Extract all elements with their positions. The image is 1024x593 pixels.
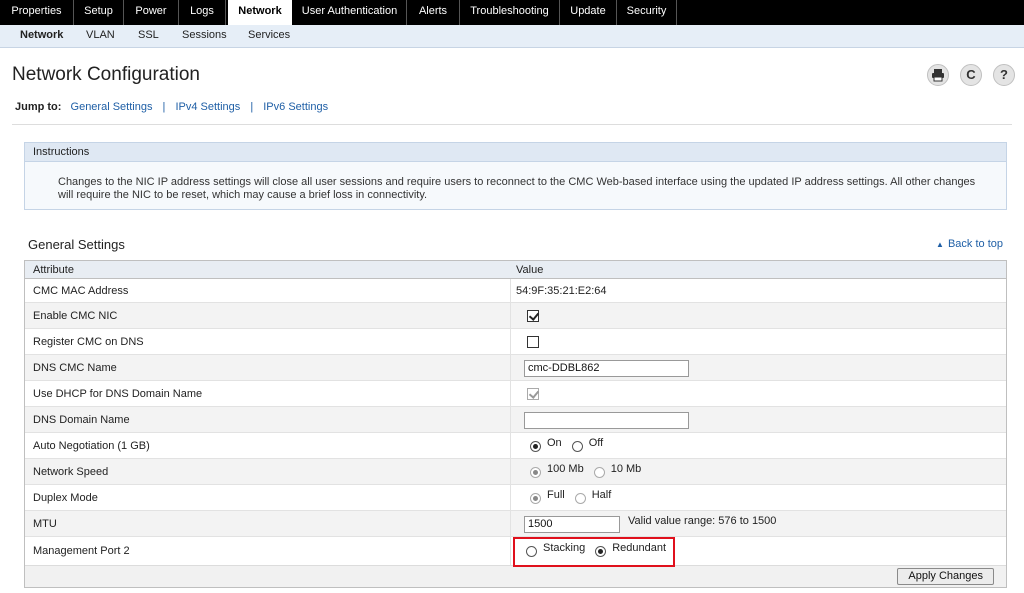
jump-ipv6-settings-link[interactable]: IPv6 Settings bbox=[263, 101, 328, 113]
row-dns-domain-name: DNS Domain Name bbox=[25, 407, 1006, 433]
page-title: Network Configuration bbox=[12, 64, 200, 85]
row-mtu: MTU Valid value range: 576 to 1500 bbox=[25, 511, 1006, 537]
tab-network[interactable]: Network bbox=[228, 0, 292, 25]
subtab-vlan[interactable]: VLAN bbox=[86, 25, 115, 47]
row-duplex-mode: Duplex Mode Full Half bbox=[25, 485, 1006, 511]
tab-security[interactable]: Security bbox=[617, 0, 677, 25]
attr-label: Auto Negotiation (1 GB) bbox=[33, 440, 150, 452]
refresh-icon[interactable]: C bbox=[960, 64, 982, 86]
jump-to-bar: Jump to: General Settings | IPv4 Setting… bbox=[15, 101, 328, 113]
tab-properties[interactable]: Properties bbox=[0, 0, 74, 25]
col-value-header: Value bbox=[516, 264, 544, 276]
apply-changes-button[interactable]: Apply Changes bbox=[897, 568, 994, 585]
use-dhcp-dns-domain-checkbox[interactable] bbox=[527, 388, 539, 400]
col-attribute-header: Attribute bbox=[33, 264, 74, 276]
row-auto-negotiation: Auto Negotiation (1 GB) On Off bbox=[25, 433, 1006, 459]
highlight-box bbox=[513, 537, 675, 567]
radio-label: 10 Mb bbox=[610, 463, 642, 475]
tab-user-authentication[interactable]: User Authentication bbox=[293, 0, 407, 25]
general-settings-table: Attribute Value CMC MAC Address 54:9F:35… bbox=[24, 260, 1007, 588]
instructions-panel: Instructions Changes to the NIC IP addre… bbox=[24, 142, 1007, 210]
up-triangle-icon: ▲ bbox=[936, 240, 944, 249]
row-use-dhcp-dns-domain: Use DHCP for DNS Domain Name bbox=[25, 381, 1006, 407]
row-register-cmc-on-dns: Register CMC on DNS bbox=[25, 329, 1006, 355]
attr-label: Network Speed bbox=[33, 466, 109, 478]
attr-label: DNS CMC Name bbox=[33, 362, 117, 374]
attr-label: Duplex Mode bbox=[33, 492, 98, 504]
help-icon[interactable]: ? bbox=[993, 64, 1015, 86]
row-network-speed: Network Speed 100 Mb 10 Mb bbox=[25, 459, 1006, 485]
radio-label: On bbox=[547, 437, 562, 449]
row-dns-cmc-name: DNS CMC Name bbox=[25, 355, 1006, 381]
sub-nav: Network VLAN SSL Sessions Services bbox=[0, 25, 1024, 48]
tab-setup[interactable]: Setup bbox=[74, 0, 124, 25]
back-to-top-link[interactable]: ▲ Back to top bbox=[936, 238, 1003, 250]
tab-power[interactable]: Power bbox=[124, 0, 179, 25]
section-title-general-settings: General Settings bbox=[28, 237, 125, 252]
row-management-port-2: Management Port 2 Stacking Redundant bbox=[25, 537, 1006, 567]
table-footer: Apply Changes bbox=[25, 565, 1006, 587]
print-icon[interactable] bbox=[927, 64, 949, 86]
tab-logs[interactable]: Logs bbox=[179, 0, 226, 25]
register-cmc-on-dns-checkbox[interactable] bbox=[527, 336, 539, 348]
network-speed-100mb-radio[interactable] bbox=[530, 466, 541, 478]
divider bbox=[12, 124, 1012, 125]
tab-update[interactable]: Update bbox=[560, 0, 617, 25]
jump-separator: | bbox=[162, 101, 166, 113]
row-cmc-mac-address: CMC MAC Address 54:9F:35:21:E2:64 bbox=[25, 279, 1006, 303]
table-header: Attribute Value bbox=[25, 261, 1006, 279]
attr-label: CMC MAC Address bbox=[33, 285, 129, 297]
radio-label: Full bbox=[547, 489, 565, 501]
dns-domain-name-input[interactable] bbox=[524, 411, 689, 429]
enable-cmc-nic-checkbox[interactable] bbox=[527, 310, 539, 322]
auto-negotiation-on-radio[interactable] bbox=[530, 440, 541, 452]
radio-label: Off bbox=[588, 437, 604, 449]
instructions-title: Instructions bbox=[25, 143, 1006, 162]
instructions-text: Changes to the NIC IP address settings w… bbox=[58, 176, 976, 201]
radio-label: 100 Mb bbox=[547, 463, 584, 475]
auto-negotiation-off-radio[interactable] bbox=[571, 440, 583, 452]
attr-label: MTU bbox=[33, 518, 57, 530]
attr-label: DNS Domain Name bbox=[33, 414, 130, 426]
back-to-top-label: Back to top bbox=[947, 238, 1003, 250]
jump-to-label: Jump to: bbox=[15, 101, 62, 113]
dns-cmc-name-input[interactable] bbox=[524, 359, 689, 377]
duplex-half-radio[interactable] bbox=[574, 492, 586, 504]
top-nav: Properties Setup Power Logs Network User… bbox=[0, 0, 1024, 25]
radio-label: Half bbox=[591, 489, 612, 501]
attr-label: Enable CMC NIC bbox=[33, 310, 118, 322]
tab-alerts[interactable]: Alerts bbox=[407, 0, 460, 25]
jump-ipv4-settings-link[interactable]: IPv4 Settings bbox=[175, 101, 240, 113]
attr-label: Use DHCP for DNS Domain Name bbox=[33, 388, 203, 400]
jump-general-settings-link[interactable]: General Settings bbox=[71, 101, 153, 113]
row-enable-cmc-nic: Enable CMC NIC bbox=[25, 303, 1006, 329]
subtab-sessions[interactable]: Sessions bbox=[182, 25, 227, 47]
subtab-ssl[interactable]: SSL bbox=[138, 25, 159, 47]
mac-address-value: 54:9F:35:21:E2:64 bbox=[516, 285, 607, 297]
network-speed-10mb-radio[interactable] bbox=[593, 466, 605, 478]
mtu-hint: Valid value range: 576 to 1500 bbox=[628, 515, 777, 527]
subtab-services[interactable]: Services bbox=[248, 25, 290, 47]
subtab-network[interactable]: Network bbox=[20, 25, 63, 47]
attr-label: Management Port 2 bbox=[33, 545, 130, 557]
jump-separator: | bbox=[250, 101, 254, 113]
tab-troubleshooting[interactable]: Troubleshooting bbox=[460, 0, 560, 25]
mtu-input[interactable] bbox=[524, 515, 620, 533]
attr-label: Register CMC on DNS bbox=[33, 336, 144, 348]
duplex-full-radio[interactable] bbox=[530, 492, 541, 504]
